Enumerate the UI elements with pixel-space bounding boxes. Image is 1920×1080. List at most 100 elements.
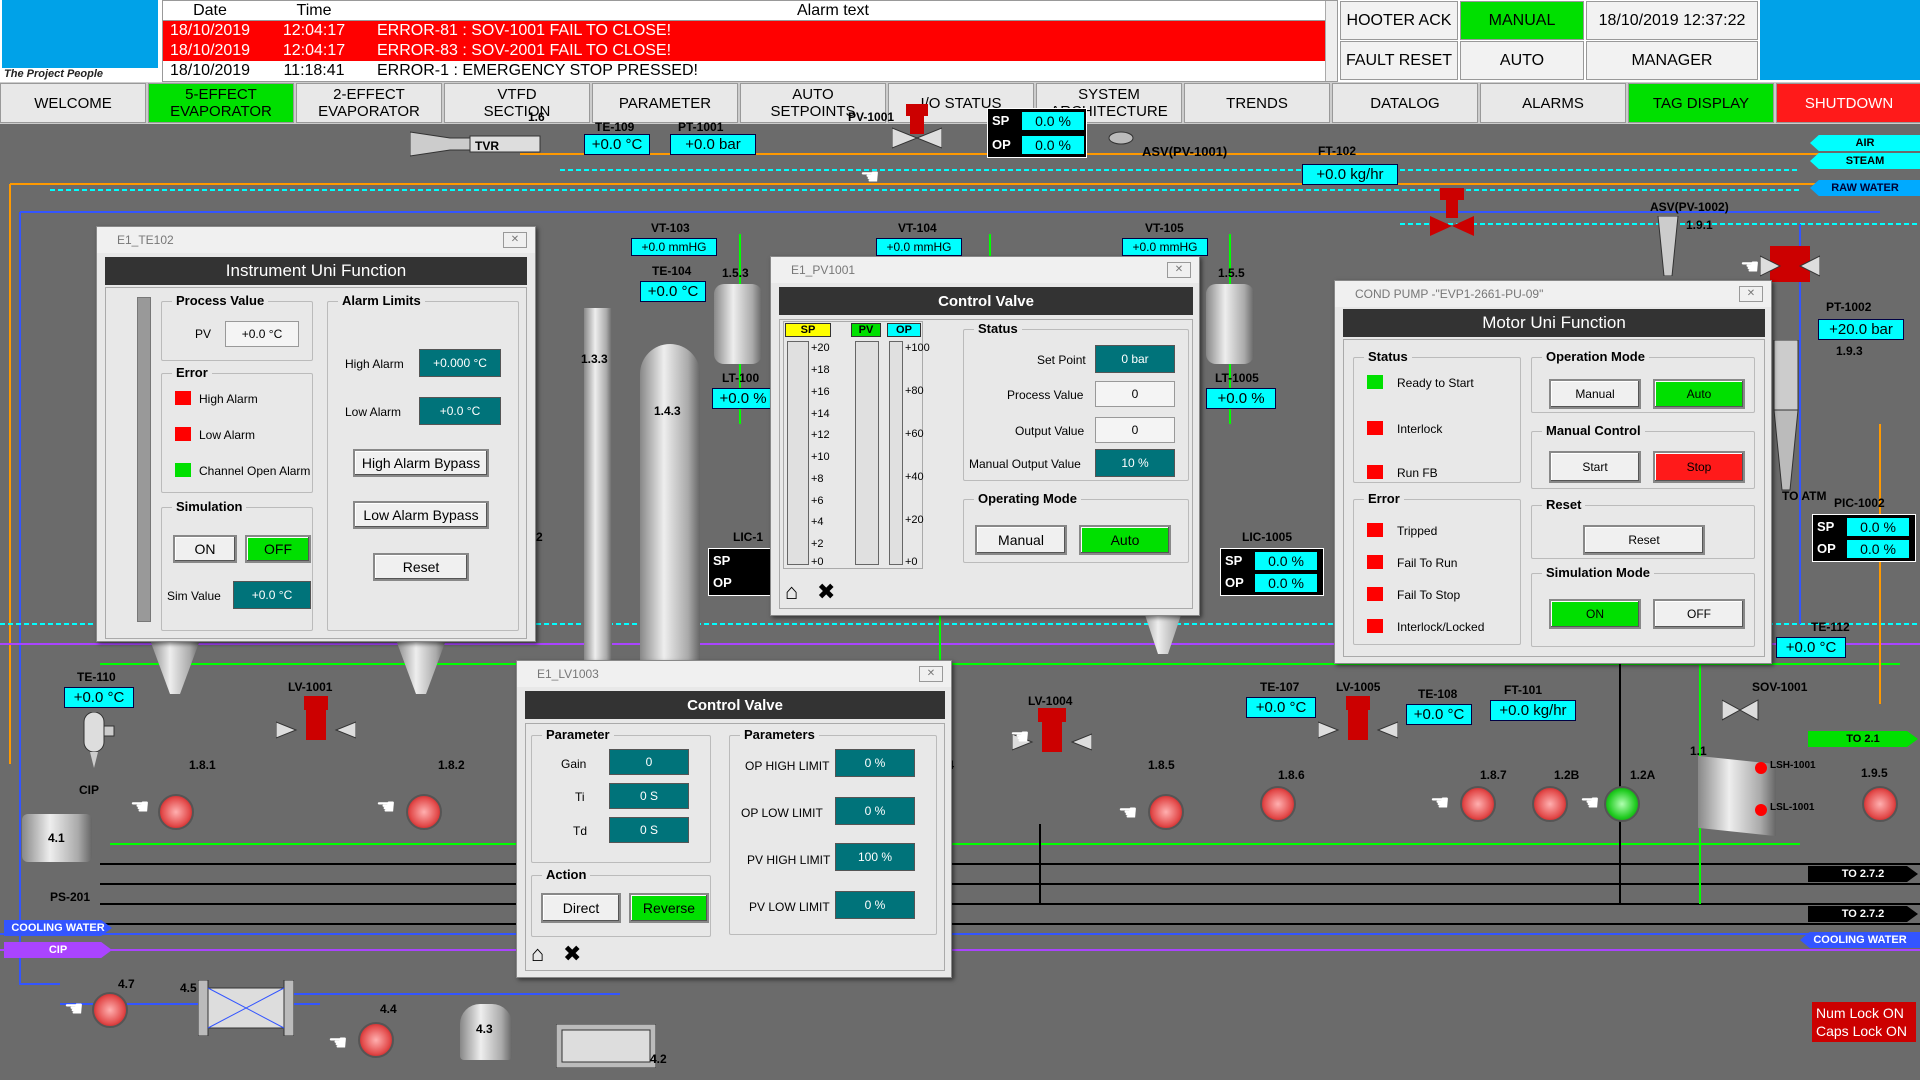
lv1005-control-valve-icon[interactable] [1318, 696, 1398, 756]
high-alarm-value[interactable]: +0.000 °C [419, 349, 501, 377]
asv-valve-icon[interactable] [1106, 130, 1136, 150]
te104-value[interactable]: +0.0 °C [640, 281, 706, 302]
simulation-on-button[interactable]: ON [173, 535, 237, 563]
home-icon[interactable]: ⌂ [785, 579, 798, 605]
op-high-limit-value[interactable]: 0 % [835, 749, 915, 777]
control-valve-window-pv1001[interactable]: E1_PV1001 ✕ Control Valve SP PV OP +20 +… [770, 256, 1200, 616]
auto-mode-button[interactable]: Auto [1079, 525, 1171, 555]
close-icon[interactable]: ✕ [1167, 262, 1191, 278]
op-low-limit-value[interactable]: 0 % [835, 797, 915, 825]
pv1001-sp-op-panel[interactable]: SP 0.0 % OP 0.0 % [987, 108, 1087, 158]
pump-4-7-icon[interactable] [92, 992, 128, 1028]
alarm-row[interactable]: 18/10/2019 11:18:41 ERROR-1 : EMERGENCY … [163, 61, 1327, 81]
pt1001-value[interactable]: +0.0 bar [670, 134, 756, 155]
instrument-window[interactable]: E1_TE102 ✕ Instrument Uni Function Proce… [96, 226, 536, 642]
td-value[interactable]: 0 S [609, 817, 689, 843]
tools-icon[interactable]: ✖ [817, 579, 835, 605]
manager-user-button[interactable]: MANAGER [1586, 41, 1758, 80]
lt1005-value[interactable]: +0.0 % [1206, 388, 1276, 409]
low-alarm-bypass-button[interactable]: Low Alarm Bypass [353, 501, 489, 529]
pump-1-8-5-icon[interactable] [1148, 794, 1184, 830]
te110-value[interactable]: +0.0 °C [64, 687, 134, 708]
nav-alarms[interactable]: ALARMS [1480, 83, 1626, 123]
hand-pointer-icon[interactable]: ☚ [1580, 790, 1600, 816]
pump-1-9-5-icon[interactable] [1862, 786, 1898, 822]
hooter-ack-button[interactable]: HOOTER ACK [1340, 1, 1458, 40]
reverse-action-button[interactable]: Reverse [629, 893, 709, 923]
hand-pointer-icon[interactable]: ☚ [130, 794, 150, 820]
manual-output-value[interactable]: 10 % [1095, 449, 1175, 477]
lic1005-sp-op-panel[interactable]: SP 0.0 % OP 0.0 % [1220, 548, 1324, 596]
hand-pointer-icon[interactable]: ☚ [1118, 800, 1138, 826]
lt100-value[interactable]: +0.0 % [712, 388, 774, 409]
direct-action-button[interactable]: Direct [541, 893, 621, 923]
window-titlebar[interactable]: E1_TE102 ✕ [97, 227, 535, 253]
nav-datalog[interactable]: DATALOG [1332, 83, 1478, 123]
hand-pointer-icon[interactable]: ☚ [860, 164, 880, 190]
ft101-value[interactable]: +0.0 kg/hr [1490, 700, 1576, 721]
pump-1-8-1-icon[interactable] [158, 794, 194, 830]
lv1001-control-valve-icon[interactable] [276, 696, 356, 756]
lic-partial-sp-op-panel[interactable]: SP OP [708, 548, 772, 596]
pv-low-limit-value[interactable]: 0 % [835, 891, 915, 919]
pump-1-2a-icon[interactable] [1604, 786, 1640, 822]
pump-1-8-2-icon[interactable] [406, 794, 442, 830]
te109-value[interactable]: +0.0 °C [584, 134, 650, 155]
pump-4-4-icon[interactable] [358, 1022, 394, 1058]
pv1001-control-valve-icon[interactable] [892, 104, 942, 152]
pump-1-8-7-icon[interactable] [1460, 786, 1496, 822]
nav-parameter[interactable]: PARAMETER [592, 83, 738, 123]
vt104-value[interactable]: +0.0 mmHG [876, 238, 962, 256]
start-button[interactable]: Start [1549, 451, 1641, 483]
home-icon[interactable]: ⌂ [531, 941, 544, 967]
stop-button[interactable]: Stop [1653, 451, 1745, 483]
hand-pointer-icon[interactable]: ☚ [1740, 254, 1760, 280]
simulation-off-button[interactable]: OFF [1653, 599, 1745, 629]
alarm-row[interactable]: 18/10/2019 12:04:17 ERROR-81 : SOV-1001 … [163, 21, 1327, 41]
alarm-table[interactable]: Date Time Alarm text 18/10/2019 12:04:17… [162, 0, 1338, 82]
control-valve-window-lv1003[interactable]: E1_LV1003 ✕ Control Valve Parameter Gain… [516, 660, 952, 978]
fault-reset-button[interactable]: FAULT RESET [1340, 41, 1458, 80]
pump-1-2b-icon[interactable] [1532, 786, 1568, 822]
reset-button[interactable]: Reset [373, 553, 469, 581]
simulation-off-button[interactable]: OFF [245, 535, 311, 563]
pic1002-sp-op-panel[interactable]: SP 0.0 % OP 0.0 % [1812, 514, 1916, 562]
reset-button[interactable]: Reset [1583, 525, 1705, 555]
te112-value[interactable]: +0.0 °C [1776, 637, 1846, 658]
low-alarm-value[interactable]: +0.0 °C [419, 397, 501, 425]
te107-value[interactable]: +0.0 °C [1246, 697, 1316, 718]
alarm-row[interactable]: 18/10/2019 12:04:17 ERROR-83 : SOV-2001 … [163, 41, 1327, 61]
nav-welcome[interactable]: WELCOME [0, 83, 146, 123]
close-icon[interactable]: ✕ [919, 666, 943, 682]
close-icon[interactable]: ✕ [1739, 286, 1763, 302]
simulation-on-button[interactable]: ON [1549, 599, 1641, 629]
hand-pointer-icon[interactable]: ☚ [64, 996, 84, 1022]
sov1001-valve-icon[interactable] [1722, 698, 1772, 722]
window-titlebar[interactable]: E1_LV1003 ✕ [517, 661, 951, 687]
nav-shutdown[interactable]: SHUTDOWN [1776, 83, 1920, 123]
vt105-value[interactable]: +0.0 mmHG [1122, 238, 1208, 256]
ft102-value[interactable]: +0.0 kg/hr [1302, 164, 1398, 185]
te108-value[interactable]: +0.0 °C [1406, 704, 1472, 725]
pump-1-8-6-icon[interactable] [1260, 786, 1296, 822]
alarm-scrollbar[interactable] [1325, 1, 1337, 81]
nav-vtfd-section[interactable]: VTFD SECTION [444, 83, 590, 123]
motor-window[interactable]: COND PUMP -"EVP1-2661-PU-09" ✕ Motor Uni… [1334, 280, 1772, 664]
window-titlebar[interactable]: COND PUMP -"EVP1-2661-PU-09" ✕ [1335, 281, 1771, 307]
manual-mode-button[interactable]: MANUAL [1460, 1, 1584, 40]
high-alarm-bypass-button[interactable]: High Alarm Bypass [353, 449, 489, 477]
gain-value[interactable]: 0 [609, 749, 689, 775]
manual-mode-button[interactable]: Manual [1549, 379, 1641, 409]
tools-icon[interactable]: ✖ [563, 941, 581, 967]
pv-high-limit-value[interactable]: 100 % [835, 843, 915, 871]
manual-mode-button[interactable]: Manual [975, 525, 1067, 555]
ti-value[interactable]: 0 S [609, 783, 689, 809]
auto-mode-button[interactable]: AUTO [1460, 41, 1584, 80]
hand-pointer-icon[interactable]: ☚ [376, 794, 396, 820]
hand-pointer-icon[interactable]: ☚ [328, 1030, 348, 1056]
sim-value-box[interactable]: +0.0 °C [233, 581, 311, 609]
hand-pointer-icon[interactable]: ☚ [1010, 724, 1030, 750]
hand-pointer-icon[interactable]: ☚ [1430, 790, 1450, 816]
auto-mode-button[interactable]: Auto [1653, 379, 1745, 409]
nav-5-effect-evaporator[interactable]: 5-EFFECT EVAPORATOR [148, 83, 294, 123]
